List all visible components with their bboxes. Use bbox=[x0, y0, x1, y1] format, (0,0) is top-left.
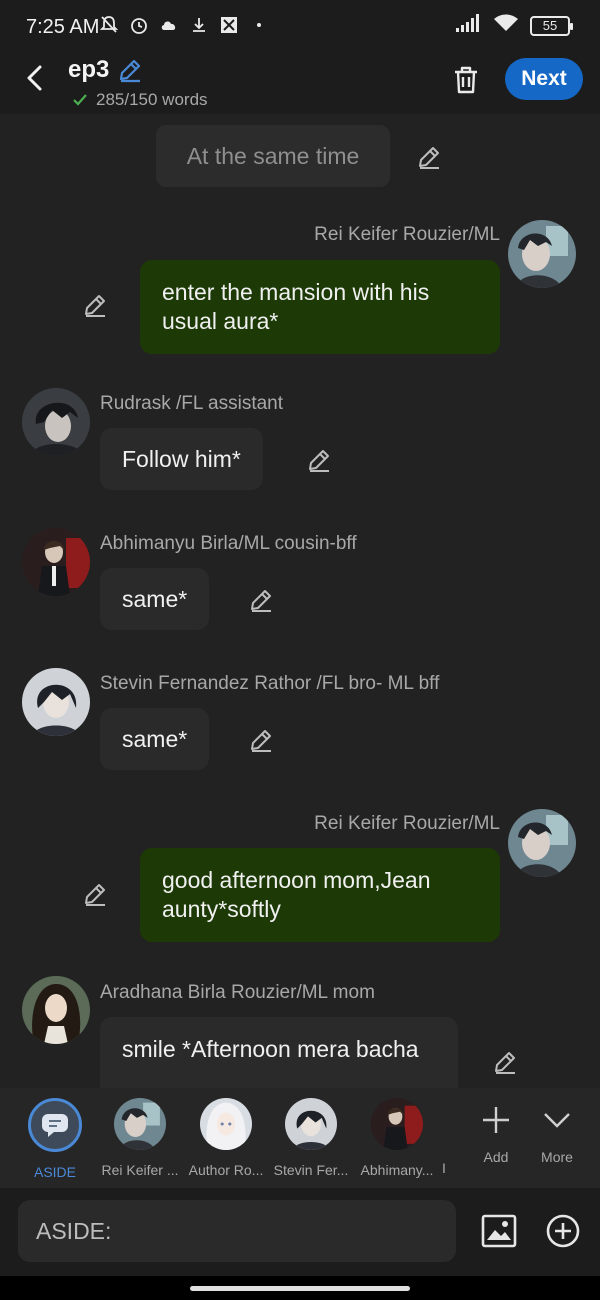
edit-icon[interactable] bbox=[492, 1049, 518, 1075]
add-button[interactable] bbox=[544, 1212, 582, 1250]
edit-icon[interactable] bbox=[82, 292, 108, 318]
message-bubble[interactable]: same* bbox=[100, 568, 210, 630]
chat-area[interactable]: At the same time Rei Keifer Rouzier/ML e… bbox=[0, 114, 600, 1088]
character-author[interactable]: Author Ro... bbox=[183, 1098, 269, 1178]
message-bubble[interactable]: enter the mansion with his usual aura* bbox=[140, 260, 500, 355]
avatar bbox=[371, 1098, 423, 1150]
character-label: Author Ro... bbox=[188, 1162, 264, 1178]
aside-message[interactable]: At the same time bbox=[156, 125, 390, 187]
message-bubble[interactable]: good afternoon mom,Jean aunty*softly bbox=[140, 848, 500, 943]
message-bubble[interactable]: Follow him* bbox=[100, 428, 263, 490]
speaker-name: Abhimanyu Birla/ML cousin-bff bbox=[100, 533, 357, 554]
chevron-down-icon bbox=[544, 1113, 570, 1128]
signal-icon bbox=[456, 14, 482, 37]
character-partial[interactable]: I bbox=[442, 1148, 456, 1176]
mute-bell-icon bbox=[98, 14, 120, 36]
character-label: Stevin Fer... bbox=[273, 1162, 349, 1178]
avatar[interactable] bbox=[22, 528, 90, 596]
avatar bbox=[114, 1098, 166, 1150]
avatar[interactable] bbox=[22, 668, 90, 736]
plus-circle-icon bbox=[546, 1214, 580, 1248]
avatar bbox=[285, 1098, 337, 1150]
app-icon bbox=[218, 14, 240, 36]
speaker-name: Aradhana Birla Rouzier/ML mom bbox=[100, 982, 375, 1003]
word-count: 285/150 words bbox=[96, 90, 208, 109]
status-bar: 7:25 AM 55 bbox=[0, 0, 600, 52]
edit-title-icon[interactable] bbox=[117, 57, 143, 83]
back-button[interactable] bbox=[18, 62, 50, 94]
add-character-button[interactable]: Add bbox=[470, 1104, 522, 1165]
episode-title: ep3 bbox=[68, 56, 110, 83]
edit-icon[interactable] bbox=[306, 447, 332, 473]
avatar bbox=[200, 1098, 252, 1150]
delete-button[interactable] bbox=[448, 62, 484, 98]
plus-icon bbox=[483, 1107, 509, 1133]
next-button[interactable]: Next bbox=[505, 58, 583, 100]
status-notification-icons bbox=[98, 14, 270, 36]
add-label: Add bbox=[483, 1149, 509, 1165]
edit-icon[interactable] bbox=[248, 587, 274, 613]
character-selector: ASIDE Rei Keifer ... Author Ro... Stevin… bbox=[0, 1088, 600, 1188]
speaker-name: Rudrask /FL assistant bbox=[100, 393, 284, 414]
speaker-name: Rei Keifer Rouzier/ML bbox=[314, 813, 500, 834]
character-aside[interactable]: ASIDE bbox=[12, 1098, 98, 1180]
composer-bar: ASIDE: bbox=[0, 1188, 600, 1276]
download-icon bbox=[188, 14, 210, 36]
insert-image-button[interactable] bbox=[480, 1212, 518, 1250]
dot-icon bbox=[248, 14, 270, 36]
aside-avatar bbox=[28, 1098, 82, 1152]
avatar[interactable] bbox=[508, 809, 576, 877]
cloud-icon bbox=[158, 14, 180, 36]
character-label: ASIDE bbox=[33, 1164, 76, 1180]
speaker-name: Rei Keifer Rouzier/ML bbox=[314, 224, 500, 245]
message-bubble[interactable]: same* bbox=[100, 708, 210, 770]
status-system-icons: 55 bbox=[456, 14, 573, 37]
check-icon bbox=[73, 94, 87, 106]
episode-header: ep3 285/150 words bbox=[68, 56, 208, 110]
battery-icon: 55 bbox=[530, 15, 573, 36]
speaker-name: Stevin Fernandez Rathor /FL bro- ML bff bbox=[100, 673, 440, 694]
back-arrow-icon bbox=[27, 65, 42, 91]
character-label: I bbox=[442, 1160, 446, 1176]
top-app-bar: ep3 285/150 words Next bbox=[0, 52, 600, 114]
character-stevin[interactable]: Stevin Fer... bbox=[268, 1098, 354, 1178]
character-abhimanyu[interactable]: Abhimany... bbox=[354, 1098, 440, 1178]
status-time: 7:25 AM bbox=[26, 16, 100, 38]
edit-icon[interactable] bbox=[82, 881, 108, 907]
message-bubble[interactable]: smile *Afternoon mera bacha bbox=[100, 1017, 458, 1088]
character-rei[interactable]: Rei Keifer ... bbox=[97, 1098, 183, 1178]
message-input[interactable]: ASIDE: bbox=[18, 1200, 456, 1262]
chat-bubble-icon bbox=[42, 1114, 68, 1137]
avatar[interactable] bbox=[508, 220, 576, 288]
more-button[interactable]: More bbox=[531, 1104, 583, 1165]
trash-icon bbox=[455, 66, 477, 94]
wifi-icon bbox=[494, 14, 518, 37]
alarm-icon bbox=[128, 14, 150, 36]
home-indicator[interactable] bbox=[190, 1286, 410, 1291]
character-label: Rei Keifer ... bbox=[101, 1162, 179, 1178]
edit-icon[interactable] bbox=[248, 727, 274, 753]
avatar[interactable] bbox=[22, 976, 90, 1044]
avatar[interactable] bbox=[22, 388, 90, 456]
image-icon bbox=[481, 1214, 517, 1248]
more-label: More bbox=[541, 1149, 573, 1165]
system-nav-bar bbox=[0, 1276, 600, 1300]
edit-icon[interactable] bbox=[416, 144, 442, 170]
character-label: Abhimany... bbox=[360, 1162, 434, 1178]
